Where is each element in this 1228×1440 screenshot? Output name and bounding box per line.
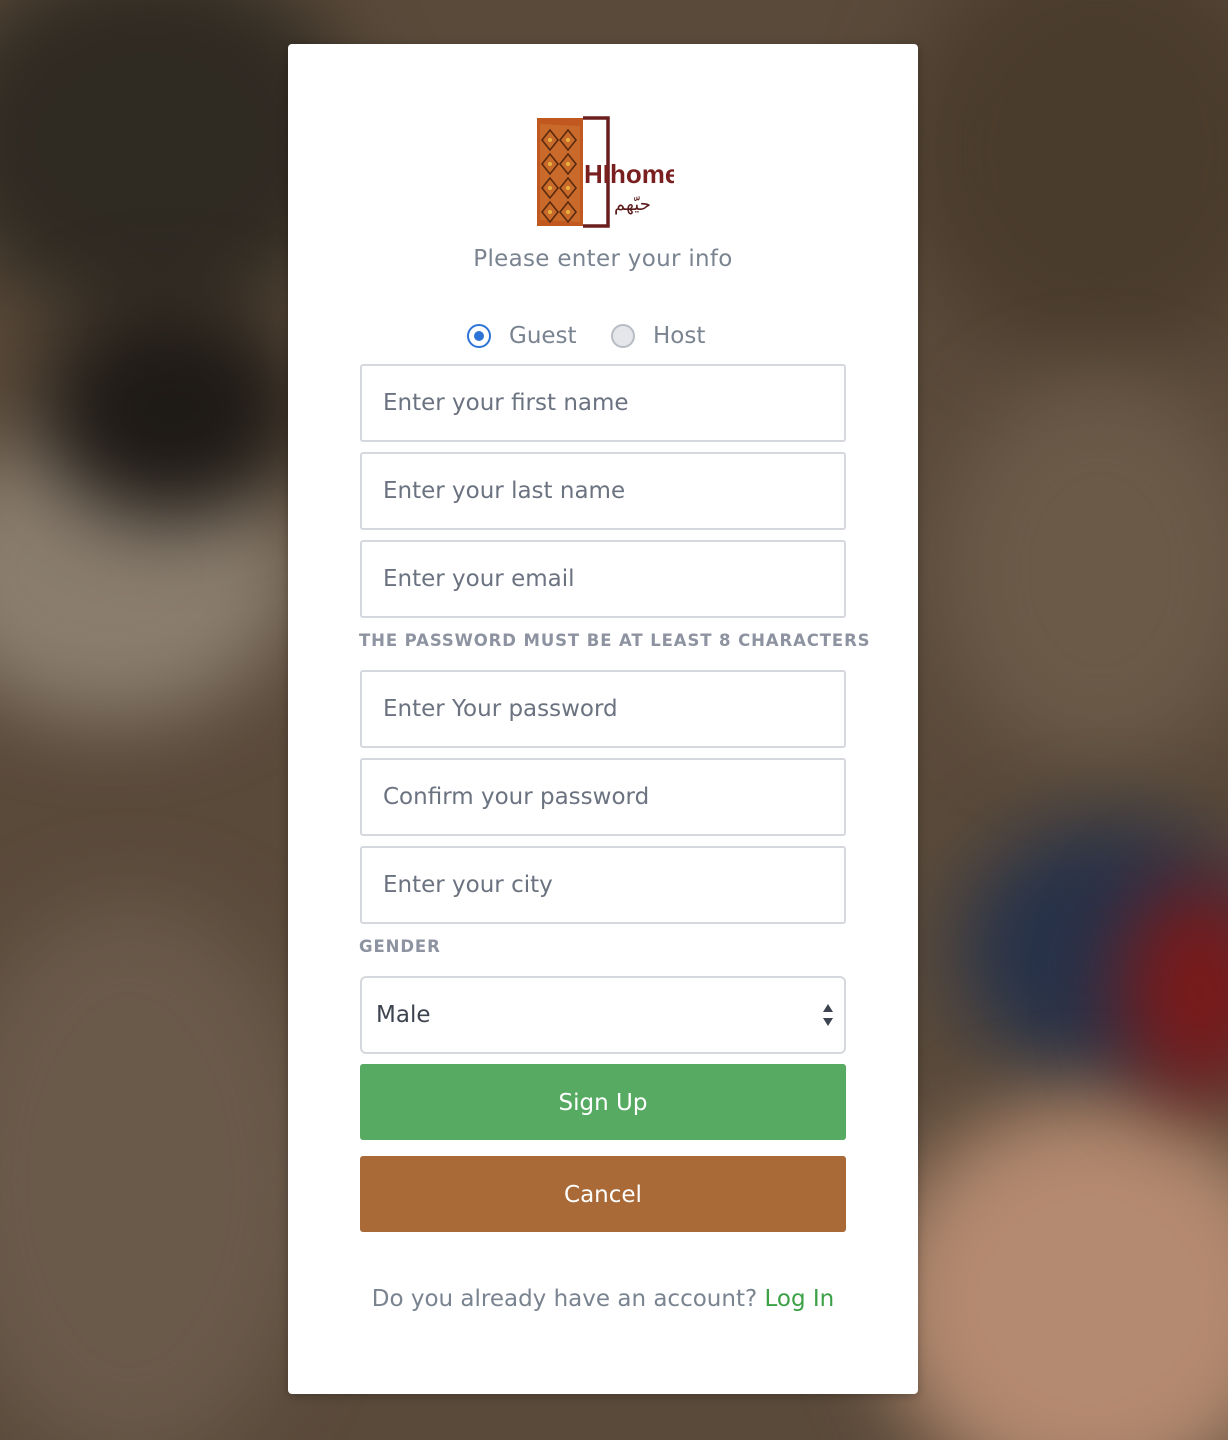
last-name-input[interactable] xyxy=(362,454,844,528)
login-prompt: Do you already have an account? Log In xyxy=(288,1286,918,1312)
gender-selected-value: Male xyxy=(376,1002,431,1028)
radio-unchecked-icon[interactable] xyxy=(611,324,635,348)
select-updown-icon xyxy=(823,1004,833,1026)
confirm-password-field xyxy=(360,758,846,836)
cancel-button[interactable]: Cancel xyxy=(360,1156,846,1232)
gender-select[interactable]: Male xyxy=(360,976,846,1054)
form-subtitle: Please enter your info xyxy=(473,246,733,272)
city-input[interactable] xyxy=(362,848,844,922)
city-field xyxy=(360,846,846,924)
role-selector: Guest Host xyxy=(288,320,918,352)
role-option-guest[interactable]: Guest xyxy=(467,320,577,352)
confirm-password-input[interactable] xyxy=(362,760,844,834)
password-input[interactable] xyxy=(362,672,844,746)
last-name-field xyxy=(360,452,846,530)
role-option-host[interactable]: Host xyxy=(611,320,705,352)
radio-checked-icon[interactable] xyxy=(467,324,491,348)
first-name-field xyxy=(360,364,846,442)
signup-card: HIhome حيّهم Please enter your info Gues… xyxy=(288,44,918,1394)
first-name-input[interactable] xyxy=(362,366,844,440)
password-hint: THE PASSWORD MUST BE AT LEAST 8 CHARACTE… xyxy=(359,631,871,650)
logo-arabic-text: حيّهم xyxy=(614,194,651,215)
email-field xyxy=(360,540,846,618)
password-field xyxy=(360,670,846,748)
login-question: Do you already have an account? xyxy=(371,1286,758,1312)
door-logo-icon: HIhome حيّهم xyxy=(537,116,679,228)
role-label-guest: Guest xyxy=(509,323,577,349)
sign-up-button[interactable]: Sign Up xyxy=(360,1064,846,1140)
email-input[interactable] xyxy=(362,542,844,616)
role-label-host: Host xyxy=(653,323,706,349)
gender-label: GENDER xyxy=(359,937,441,956)
login-link[interactable]: Log In xyxy=(764,1286,834,1312)
logo-text: HIhome xyxy=(584,159,674,189)
brand-logo: HIhome حيّهم xyxy=(534,114,679,229)
